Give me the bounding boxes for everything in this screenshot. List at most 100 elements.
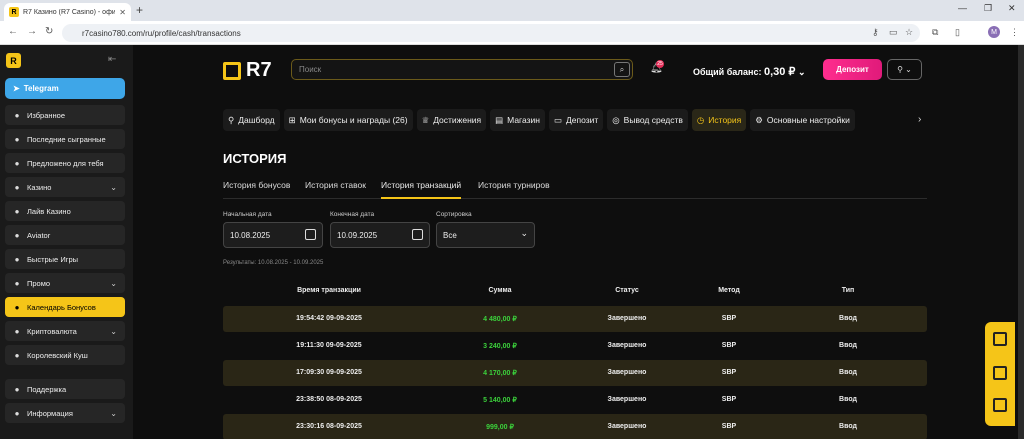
nav-tab-label: Дашборд xyxy=(238,115,275,125)
url-input[interactable]: r7casino780.com/ru/profile/cash/transact… xyxy=(62,24,920,42)
nav-tab[interactable]: ⚙ Основные настройки xyxy=(750,109,855,131)
chevron-right-icon[interactable]: › xyxy=(918,114,921,125)
nav-tab[interactable]: ▤ Магазин xyxy=(490,109,545,131)
nav-tab[interactable]: ▭ Депозит xyxy=(548,109,604,131)
nav-tab[interactable]: ♕ Достижения xyxy=(416,109,487,131)
main-content: R7 Поиск ⌕ 🔔︎ 25 Общий баланс: 0,30 ₽ ⌄ … xyxy=(133,45,1018,439)
trophy-icon: ♕ xyxy=(421,114,430,125)
minimize-icon[interactable]: — xyxy=(958,3,967,13)
diamond-icon: ● xyxy=(14,350,20,360)
sidebar-item[interactable]: ● Aviator xyxy=(5,225,125,245)
menu-icon[interactable]: ⋮ xyxy=(1010,27,1019,38)
sidebar-item[interactable]: ● Календарь Бонусов xyxy=(5,297,125,317)
cell-sum: 4 170,00 ₽ xyxy=(483,370,517,377)
sort-select[interactable]: Все ⌄ xyxy=(436,222,535,248)
card-icon: ▭ xyxy=(553,114,562,125)
extensions-icon[interactable]: ⧉ xyxy=(932,27,938,38)
table-row: 17:09:30 09-09-2025 4 170,00 ₽ Завершено SB… xyxy=(223,360,927,386)
chevron-down-icon: ⌄ xyxy=(110,326,117,336)
logo-icon[interactable]: R xyxy=(6,53,21,68)
collapse-sidebar-icon[interactable]: ⇤ xyxy=(108,54,116,65)
clock-icon: ● xyxy=(14,134,20,144)
subtab-bonus-history[interactable]: История бонусов xyxy=(223,180,290,199)
cell-type: Ввод xyxy=(839,396,857,403)
balance-value: 0,30 ₽ xyxy=(763,66,796,78)
sidebar-item[interactable]: ● Промо ⌄ xyxy=(5,273,125,293)
user-icon: ⚲ xyxy=(228,114,235,125)
sidebar-item-label: Календарь Бонусов xyxy=(27,302,96,312)
cell-method: SBP xyxy=(721,396,737,403)
sidebar-item[interactable]: ● Лайв Казино xyxy=(5,201,125,221)
cell-status: Завершено xyxy=(607,396,647,403)
copy-icon[interactable] xyxy=(993,398,1007,412)
profile-sidebar-icon[interactable]: ▯ xyxy=(955,27,960,38)
end-date-field[interactable]: 10.09.2025 xyxy=(330,222,430,248)
trophy-icon[interactable] xyxy=(993,332,1007,346)
restore-icon[interactable]: ❐ xyxy=(984,3,992,14)
sidebar-item-label: Aviator xyxy=(27,230,51,240)
sidebar-item[interactable]: ● Предложено для тебя xyxy=(5,153,125,173)
sidebar-item[interactable]: ● Криптовалюта ⌄ xyxy=(5,321,125,341)
cast-icon[interactable]: ▭ xyxy=(889,27,898,38)
flame-icon: ● xyxy=(14,158,20,168)
sidebar-item-label: Последние сыгранные xyxy=(27,134,106,144)
cell-type: Ввод xyxy=(839,342,857,349)
sidebar-item-label: Лайв Казино xyxy=(27,206,71,216)
telegram-button[interactable]: ➤ Telegram xyxy=(5,78,125,99)
telegram-label: Telegram xyxy=(23,84,59,93)
cell-status: Завершено xyxy=(607,423,647,430)
sidebar-item[interactable]: ● Информация ⌄ xyxy=(5,403,125,423)
nav-tab[interactable]: ⊞ Мои бонусы и награды (26) xyxy=(283,109,413,131)
search-placeholder: Поиск xyxy=(299,65,322,74)
sidebar-item[interactable]: ● Быстрые Игры xyxy=(5,249,125,269)
nav-tab-label: Основные настройки xyxy=(766,115,850,125)
store-icon[interactable] xyxy=(993,366,1007,380)
back-icon[interactable]: ← xyxy=(8,26,18,37)
settings-icon: ⚙ xyxy=(755,114,763,125)
subtab-bet-history[interactable]: История ставок xyxy=(305,180,366,199)
star-icon[interactable]: ☆ xyxy=(905,27,913,38)
nav-tab[interactable]: ◷ История xyxy=(691,109,747,131)
new-tab-icon[interactable]: + xyxy=(136,3,143,17)
user-menu-button[interactable]: ⚲ ⌄ xyxy=(887,59,922,80)
calendar-icon[interactable] xyxy=(305,229,316,240)
subtab-tournament-history[interactable]: История турниров xyxy=(478,180,550,199)
cell-method: SBP xyxy=(721,423,737,430)
nav-tab[interactable]: ◎ Вывод средств xyxy=(607,109,688,131)
cell-method: SBP xyxy=(721,369,737,376)
nav-tab-label: История xyxy=(708,115,742,125)
search-icon[interactable]: ⌕ xyxy=(614,62,630,77)
close-window-icon[interactable]: ✕ xyxy=(1008,3,1016,14)
profile-avatar[interactable]: M xyxy=(988,26,1000,38)
sidebar-item-label: Казино xyxy=(27,182,52,192)
cell-sum: 3 240,00 ₽ xyxy=(483,343,517,350)
sidebar-item[interactable]: ● Королевский Куш xyxy=(5,345,125,365)
sidebar-item-label: Информация xyxy=(27,408,73,418)
page-scrollbar[interactable] xyxy=(1018,45,1024,439)
cell-method: SBP xyxy=(721,315,737,322)
sidebar-item[interactable]: ● Казино ⌄ xyxy=(5,177,125,197)
close-tab-icon[interactable]: ✕ xyxy=(119,8,126,17)
sidebar-item[interactable]: ● Последние сыгранные xyxy=(5,129,125,149)
balance-label: Общий баланс: xyxy=(693,67,762,77)
sidebar-item[interactable]: ● Поддержка xyxy=(5,379,125,399)
deposit-button[interactable]: Депозит xyxy=(823,59,882,80)
nav-tab-label: Мои бонусы и награды (26) xyxy=(299,115,408,125)
balance-dropdown[interactable]: Общий баланс: 0,30 ₽ ⌄ xyxy=(693,65,806,78)
key-icon[interactable]: ⚷ xyxy=(872,27,879,38)
sidebar-item[interactable]: ● Избранное xyxy=(5,105,125,125)
search-input[interactable]: Поиск ⌕ xyxy=(291,59,633,80)
subtab-transaction-history[interactable]: История транзакций xyxy=(381,180,462,199)
start-date-field[interactable]: 10.08.2025 xyxy=(223,222,323,248)
calendar-icon[interactable] xyxy=(412,229,423,240)
plane-icon: ● xyxy=(14,230,20,240)
nav-tab[interactable]: ⚲ Дашборд xyxy=(223,109,280,131)
reload-icon[interactable]: ↻ xyxy=(45,26,53,37)
browser-tab[interactable]: R R7 Казино (R7 Casino) - офици ✕ xyxy=(4,3,131,21)
forward-icon[interactable]: → xyxy=(27,26,37,37)
brand-logo[interactable]: R7 xyxy=(223,59,272,82)
history-subtabs: История бонусов История ставок История т… xyxy=(223,180,927,199)
nav-tab-label: Достижения xyxy=(433,115,482,125)
chevron-down-icon: ⌄ xyxy=(520,228,528,238)
notifications-button[interactable]: 🔔︎ 25 xyxy=(650,60,664,74)
